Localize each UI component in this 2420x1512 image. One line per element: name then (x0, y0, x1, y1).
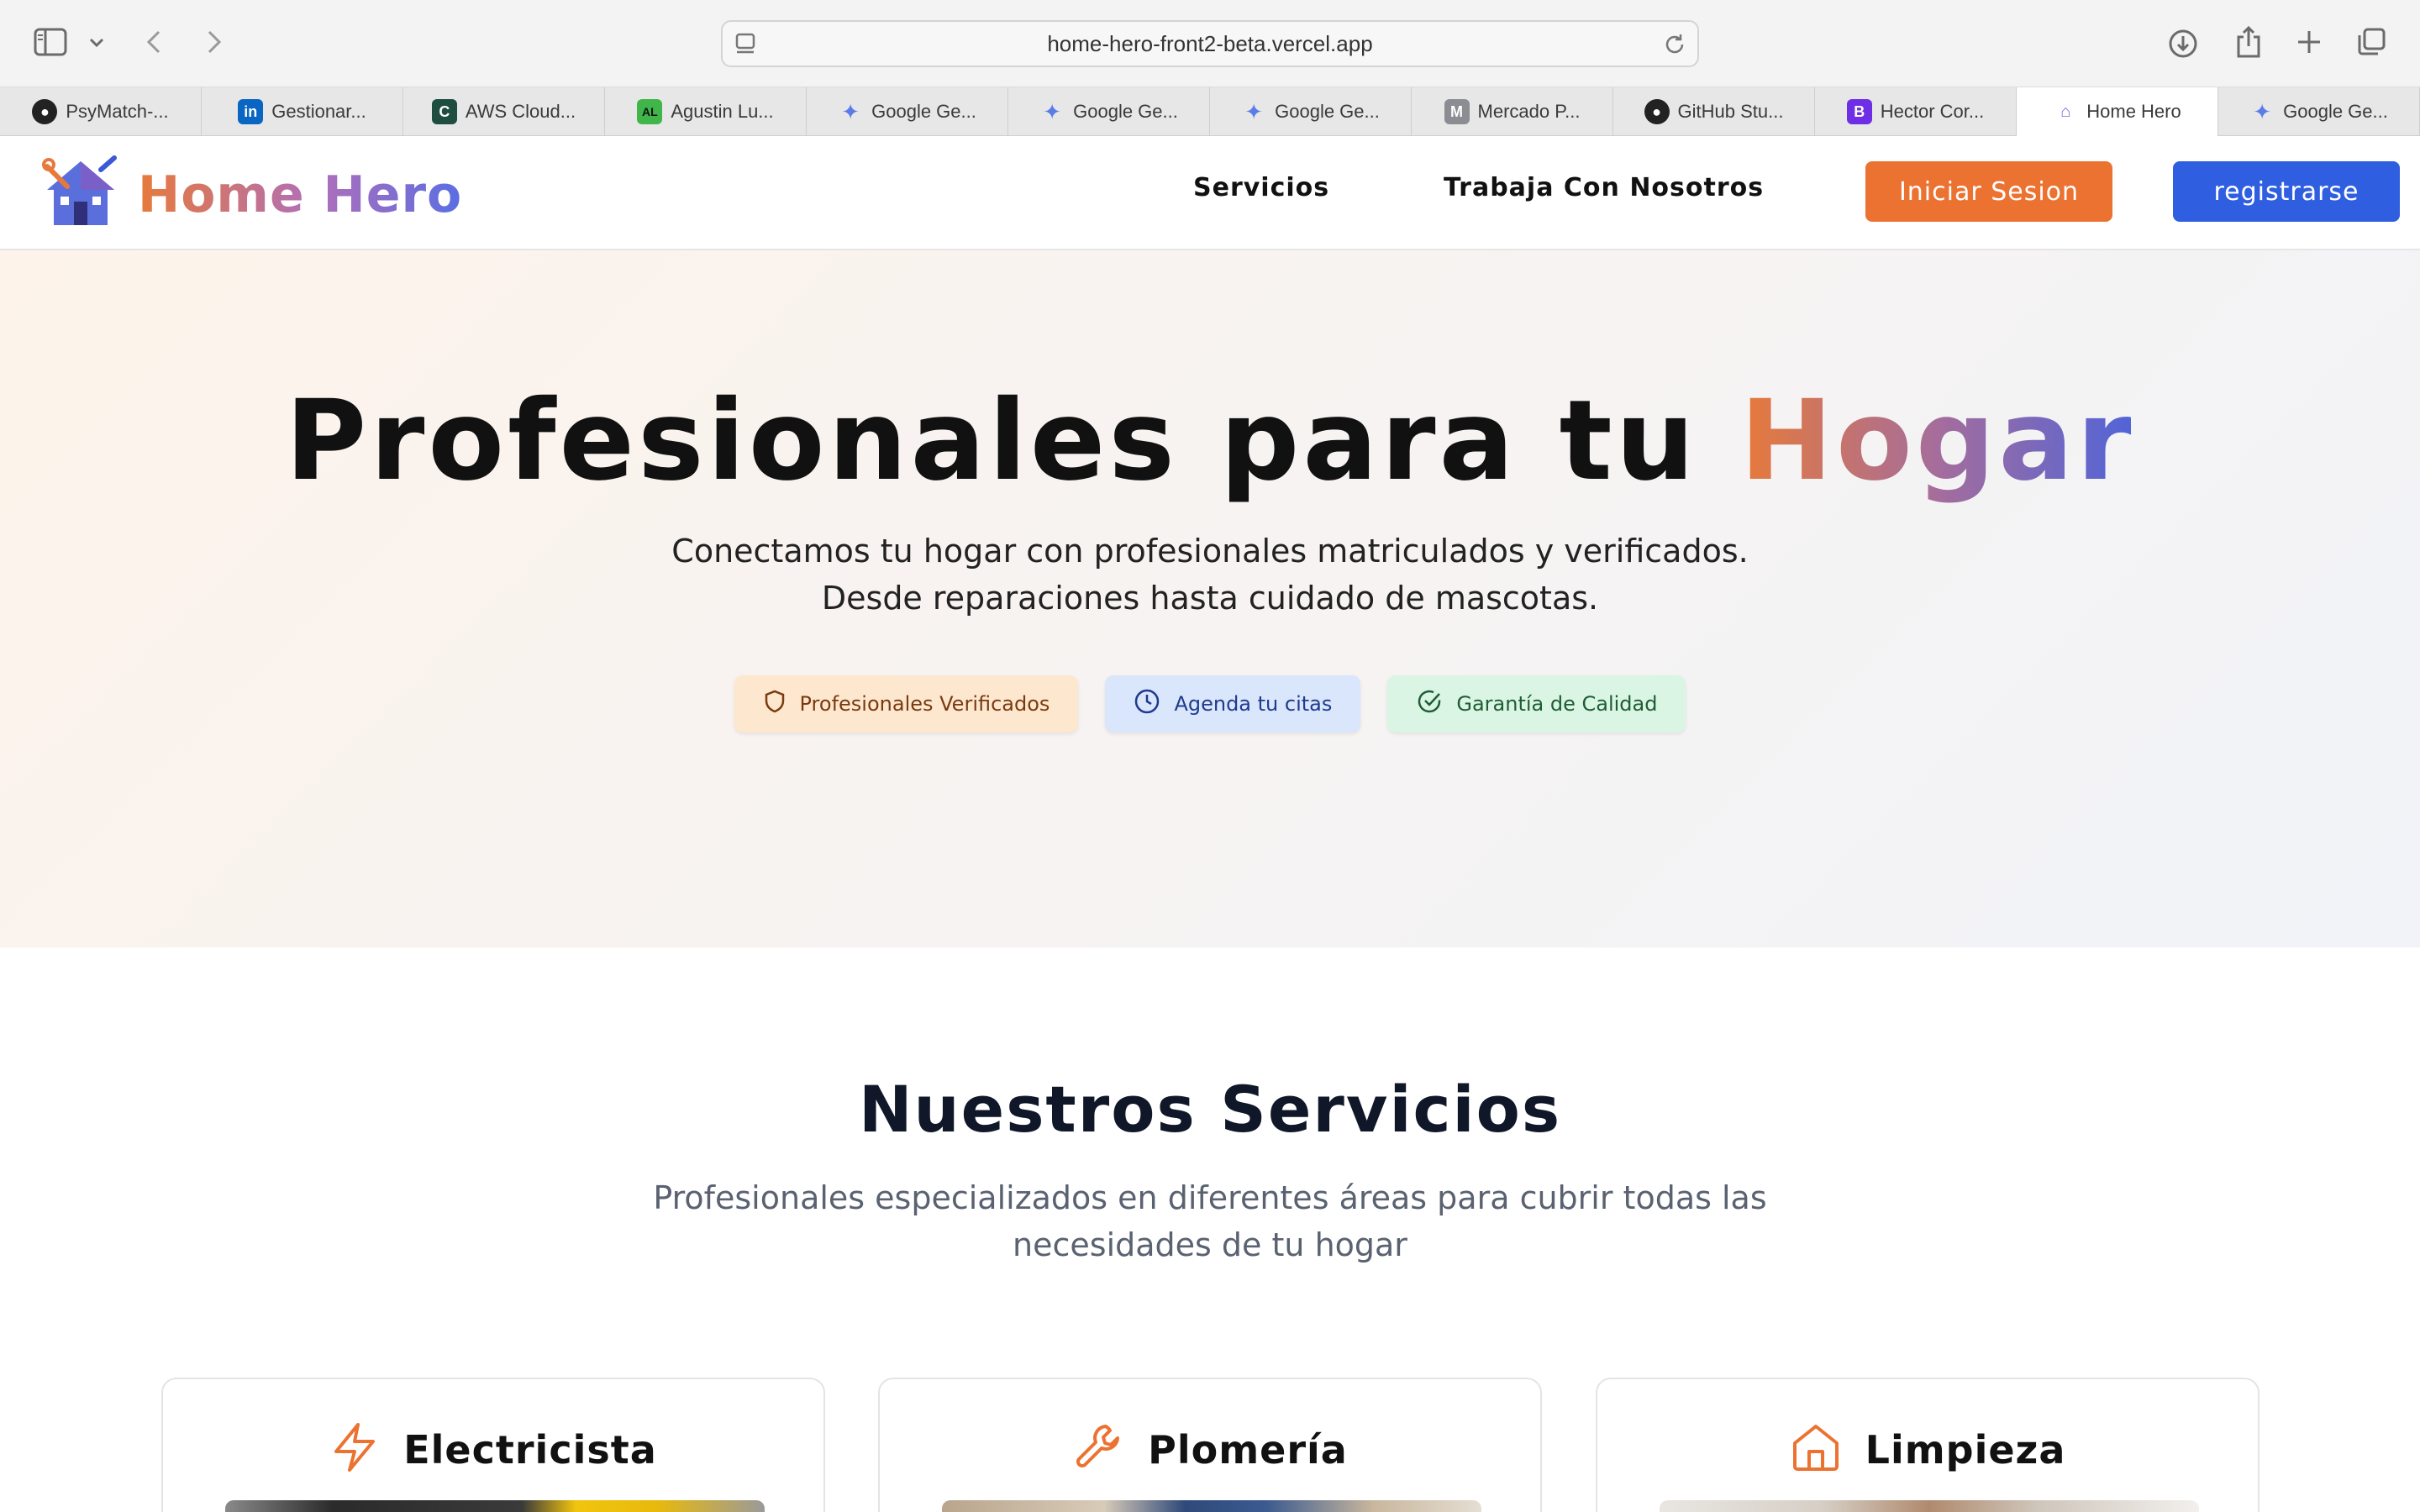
homehero-icon: ⌂ (2060, 102, 2071, 121)
badge-label: Profesionales Verificados (799, 692, 1050, 716)
browser-tab[interactable]: M Mercado P... (1412, 87, 1613, 136)
logo[interactable]: Home Hero (42, 155, 462, 234)
badge-quality: Garantía de Calidad (1387, 675, 1686, 732)
card-title: Limpieza (1865, 1426, 2066, 1473)
chevron-down-icon[interactable] (87, 34, 106, 52)
tab-label: Google Ge... (2283, 101, 2388, 122)
service-card-limpieza[interactable]: Limpieza (1596, 1378, 2260, 1512)
browser-tab[interactable]: B Hector Cor... (1815, 87, 2017, 136)
gemini-icon: ✦ (1244, 98, 1264, 124)
linkedin-icon: in (238, 99, 264, 124)
tab-label: Home Hero (2086, 101, 2181, 122)
browser-tab-active[interactable]: ⌂ Home Hero (2017, 87, 2218, 136)
hero-subtitle-line: Desde reparaciones hasta cuidado de masc… (821, 580, 1599, 617)
badge-schedule: Agenda tu citas (1105, 675, 1361, 732)
hero-title: Profesionales para tu Hogar (0, 376, 2420, 506)
tab-label: GitHub Stu... (1677, 101, 1784, 122)
card-image (942, 1500, 1481, 1512)
tab-label: Google Ge... (1275, 101, 1380, 122)
sidebar-toggle-icon[interactable] (34, 27, 67, 57)
house-icon (1790, 1421, 1842, 1478)
tab-label: Agustin Lu... (671, 101, 774, 122)
shield-icon (763, 689, 786, 719)
github-icon: ● (1644, 99, 1670, 124)
services-title: Nuestros Servicios (858, 1072, 1562, 1147)
b-icon: B (1846, 99, 1872, 124)
wrench-icon (1072, 1421, 1124, 1478)
card-header: Limpieza (1597, 1421, 2258, 1478)
hero-title-main: Profesionales para tu (285, 376, 1740, 506)
house-logo-icon (42, 155, 119, 234)
services-subtitle-line: necesidades de tu hogar (1013, 1226, 1407, 1263)
browser-tab[interactable]: ● PsyMatch-... (0, 87, 202, 136)
new-tab-icon[interactable] (2294, 27, 2324, 57)
badge-label: Garantía de Calidad (1456, 692, 1658, 716)
tab-label: Google Ge... (871, 101, 976, 122)
gemini-icon: ✦ (1043, 98, 1062, 124)
site-settings-icon[interactable] (734, 32, 758, 61)
hero-subtitle-line: Conectamos tu hogar con profesionales ma… (671, 533, 1749, 570)
login-button[interactable]: Iniciar Sesion (1865, 161, 2112, 222)
tab-label: PsyMatch-... (66, 101, 169, 122)
browser-tab[interactable]: in Gestionar... (202, 87, 403, 136)
services-subtitle: Profesionales especializados en diferent… (639, 1174, 1781, 1268)
nav-trabaja-con-nosotros[interactable]: Trabaja Con Nosotros (1444, 173, 1764, 202)
tab-bar: ● PsyMatch-... in Gestionar... C AWS Clo… (0, 87, 2420, 136)
card-header: Plomería (880, 1421, 1540, 1478)
hero-badges: Profesionales Verificados Agenda tu cita… (0, 675, 2420, 732)
url-text: home-hero-front2-beta.vercel.app (1047, 30, 1373, 56)
hero-section: Profesionales para tu Hogar Conectamos t… (0, 250, 2420, 948)
github-icon: ● (32, 99, 58, 124)
browser-tab[interactable]: ● GitHub Stu... (1613, 87, 1815, 136)
al-icon: AL (637, 99, 663, 124)
url-bar[interactable]: home-hero-front2-beta.vercel.app (721, 20, 1699, 67)
download-icon[interactable] (2166, 27, 2200, 60)
lightning-icon (329, 1421, 380, 1478)
card-title: Plomería (1148, 1426, 1348, 1473)
site-header: Home Hero Servicios Trabaja Con Nosotros… (0, 136, 2420, 250)
back-icon[interactable] (141, 27, 166, 57)
tab-label: Hector Cor... (1880, 101, 1985, 122)
hero-title-accent: Hogar (1739, 376, 2135, 506)
m-icon: M (1444, 99, 1470, 124)
forward-icon[interactable] (202, 27, 227, 57)
tab-overview-icon[interactable] (2354, 25, 2388, 59)
tab-label: Mercado P... (1477, 101, 1581, 122)
gemini-icon: ✦ (2253, 98, 2272, 124)
check-circle-icon (1416, 688, 1443, 720)
badge-label: Agenda tu citas (1174, 692, 1333, 716)
badge-verified: Profesionales Verificados (734, 675, 1079, 732)
c-icon: C (431, 99, 457, 124)
gemini-icon: ✦ (841, 98, 860, 124)
card-title: Electricista (403, 1426, 657, 1473)
nav-servicios[interactable]: Servicios (1193, 173, 1329, 202)
reload-icon[interactable] (1662, 32, 1687, 61)
logo-text: Home Hero (138, 165, 463, 224)
clock-icon (1134, 688, 1160, 720)
service-card-electricista[interactable]: Electricista (161, 1378, 825, 1512)
browser-tab[interactable]: ✦ Google Ge... (1008, 87, 1210, 136)
tab-label: Gestionar... (271, 101, 366, 122)
tab-label: AWS Cloud... (465, 101, 576, 122)
services-subtitle-line: Profesionales especializados en diferent… (653, 1179, 1767, 1216)
register-button[interactable]: registrarse (2173, 161, 2400, 222)
browser-toolbar: home-hero-front2-beta.vercel.app (0, 0, 2420, 87)
card-header: Electricista (163, 1421, 823, 1478)
browser-tab[interactable]: ✦ Google Ge... (807, 87, 1008, 136)
service-card-plomeria[interactable]: Plomería (878, 1378, 1542, 1512)
browser-tab[interactable]: ✦ Google Ge... (1210, 87, 1412, 136)
card-image (225, 1500, 765, 1512)
tab-label: Google Ge... (1073, 101, 1178, 122)
browser-tab[interactable]: ✦ Google Ge... (2218, 87, 2420, 136)
browser-tab[interactable]: C AWS Cloud... (403, 87, 605, 136)
share-icon[interactable] (2232, 24, 2265, 60)
hero-subtitle: Conectamos tu hogar con profesionales ma… (0, 528, 2420, 622)
card-image (1660, 1500, 2199, 1512)
browser-tab[interactable]: AL Agustin Lu... (605, 87, 807, 136)
